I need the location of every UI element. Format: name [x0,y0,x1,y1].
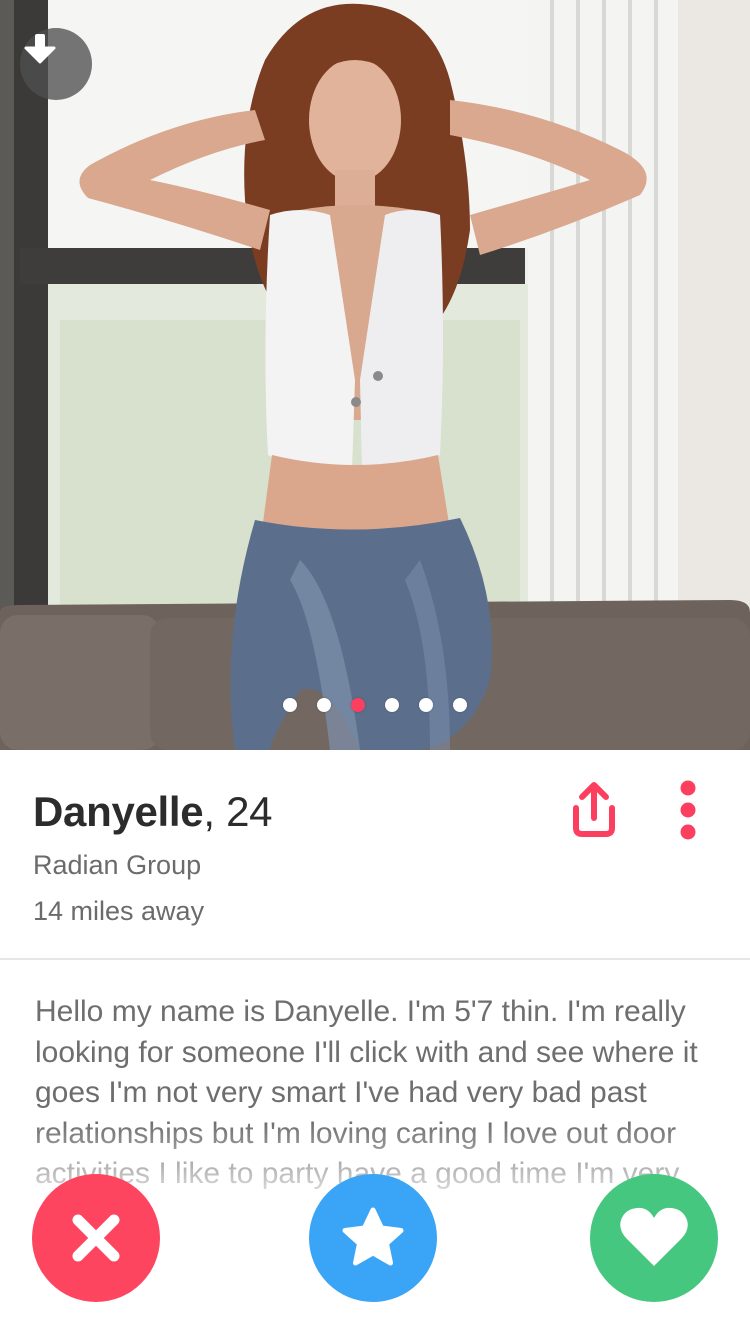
photo-dot[interactable] [419,698,433,712]
profile-distance: 14 miles away [33,896,205,926]
profile-photo[interactable] [0,0,750,750]
profile-name: Danyelle [33,788,204,835]
more-vertical-icon [680,780,696,840]
share-button[interactable] [562,778,626,842]
profile-age: , 24 [203,788,273,835]
arrow-down-icon [24,34,56,64]
super-like-button[interactable] [309,1174,437,1302]
profile-photo-illustration [0,0,750,750]
star-icon [342,1207,404,1266]
profile-work: Radian Group [33,850,202,880]
photo-dot[interactable] [317,698,331,712]
photo-pagination [0,698,750,712]
more-options-button[interactable] [668,778,708,842]
photo-dot[interactable] [385,698,399,712]
photo-dot[interactable] [453,698,467,712]
photo-dot[interactable] [283,698,297,712]
section-divider [0,958,750,960]
like-button[interactable] [590,1174,718,1302]
nope-button[interactable] [32,1174,160,1302]
profile-name-age: Danyelle, 24 [33,788,273,836]
profile-info: Danyelle, 24 Radian Group 14 miles away [0,750,750,960]
heart-icon [620,1207,688,1266]
share-icon [573,782,615,837]
collapse-profile-button[interactable] [20,28,92,100]
close-icon [72,1214,120,1262]
photo-dot[interactable] [351,698,365,712]
